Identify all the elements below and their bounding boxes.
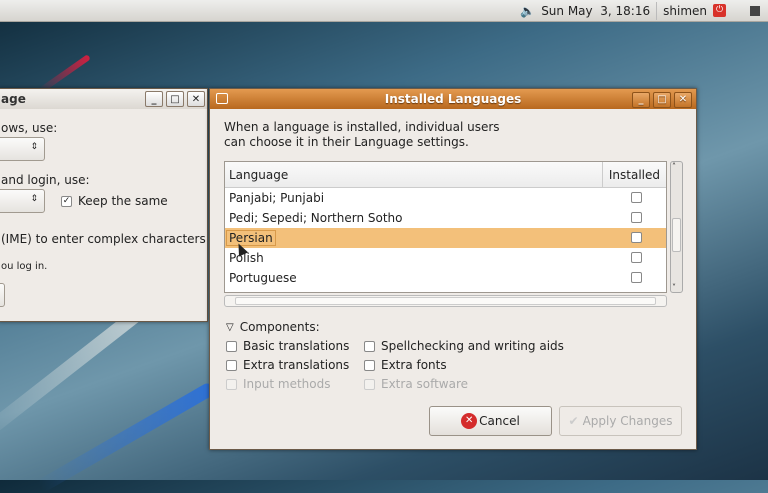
components-label: Components: — [239, 320, 320, 334]
component-label: Extra translations — [243, 358, 350, 372]
component-extra-fonts[interactable]: Extra fonts — [364, 358, 447, 372]
component-extra-translations[interactable]: Extra translations — [226, 358, 349, 372]
cancel-button[interactable]: ✕ Cancel — [429, 406, 552, 436]
top-panel: 🔈 Sun May 3, 18:16 shimen ⏻ — [0, 0, 768, 22]
intro-line: When a language is installed, individual… — [224, 120, 500, 134]
maximize-button[interactable]: □ — [653, 91, 671, 108]
separator — [656, 1, 658, 20]
checkmark-icon: ✔ — [568, 414, 579, 428]
workspace-icon[interactable] — [750, 5, 760, 16]
title-bar: Installed Languages _ □ ✕ — [210, 89, 696, 109]
component-label: Extra software — [381, 377, 469, 391]
component-label: Extra fonts — [381, 358, 447, 372]
checkbox[interactable] — [226, 359, 237, 371]
dialog-title: Installed Languages — [384, 92, 522, 106]
maximize-button[interactable]: □ — [166, 91, 184, 107]
label: ows, use: — [1, 121, 58, 135]
combo-box[interactable]: ⇕ — [0, 137, 45, 161]
installed-checkbox[interactable] — [631, 272, 642, 283]
column-header-language[interactable]: Language — [225, 168, 602, 182]
component-input-methods: Input methods — [226, 377, 330, 391]
intro-line: can choose it in their Language settings… — [224, 135, 469, 149]
minimize-button[interactable]: _ — [632, 91, 650, 108]
language-name: Portuguese — [229, 271, 297, 285]
list-item[interactable]: Panjabi; Punjabi — [225, 188, 666, 208]
component-extra-software: Extra software — [364, 377, 468, 391]
language-name: Pedi; Sepedi; Northern Sotho — [229, 211, 403, 225]
expander-triangle-icon: ▽ — [226, 321, 234, 333]
component-spellchecking[interactable]: Spellchecking and writing aids — [364, 339, 564, 353]
cancel-icon: ✕ — [461, 413, 478, 429]
language-list: Language Installed Panjabi; Punjabi Pedi… — [224, 161, 667, 293]
scroll-thumb[interactable] — [672, 218, 681, 252]
cancel-label: Cancel — [479, 414, 520, 428]
close-button[interactable]: ✕ — [674, 91, 692, 108]
component-label: Basic translations — [243, 339, 350, 353]
button[interactable] — [0, 283, 5, 307]
components-expander[interactable]: ▽ Components: — [226, 320, 320, 334]
vertical-scrollbar[interactable]: ˄ ˅ — [670, 161, 683, 293]
clock[interactable]: Sun May 3, 18:16 — [541, 4, 650, 18]
checkbox[interactable]: ✓ — [61, 195, 72, 207]
scroll-down-icon[interactable]: ˅ — [672, 283, 676, 292]
list-item-selected[interactable]: Persian — [225, 228, 666, 248]
apply-changes-button: ✔ Apply Changes — [559, 406, 682, 436]
component-label: Spellchecking and writing aids — [381, 339, 564, 353]
list-item[interactable]: Polish — [225, 248, 666, 268]
minimize-button[interactable]: _ — [145, 91, 163, 107]
label: and login, use: — [1, 173, 90, 187]
window-menu-icon[interactable] — [216, 93, 228, 104]
spin-icon: ⇕ — [30, 142, 38, 152]
checkbox[interactable] — [364, 359, 375, 371]
checkbox — [364, 378, 375, 390]
list-item[interactable]: Pedi; Sepedi; Northern Sotho — [225, 208, 666, 228]
scroll-thumb[interactable] — [235, 297, 656, 305]
language-name: Persian — [226, 230, 276, 246]
installed-checkbox[interactable] — [631, 252, 642, 263]
list-header: Language Installed — [225, 162, 666, 188]
apply-label: Apply Changes — [582, 414, 673, 428]
language-support-window: age _ □ ✕ ows, use: ⇕ and login, use: ⇕ … — [0, 88, 208, 322]
combo-box[interactable]: ⇕ — [0, 189, 45, 213]
installed-checkbox[interactable] — [631, 212, 642, 223]
user-menu[interactable]: shimen — [663, 4, 707, 18]
intro-text: When a language is installed, individual… — [224, 120, 500, 150]
checkbox[interactable] — [364, 340, 375, 352]
close-button[interactable]: ✕ — [187, 91, 205, 107]
checkbox[interactable] — [226, 340, 237, 352]
list-item[interactable]: Portuguese — [225, 268, 666, 288]
installed-checkbox[interactable] — [631, 232, 642, 243]
spin-icon: ⇕ — [30, 194, 38, 204]
volume-icon[interactable]: 🔈 — [520, 4, 535, 18]
login-note: ou log in. — [1, 261, 48, 272]
power-icon[interactable]: ⏻ — [713, 4, 726, 17]
installed-languages-dialog: Installed Languages _ □ ✕ When a language … — [209, 88, 697, 450]
language-name: Panjabi; Punjabi — [229, 191, 325, 205]
keep-same-checkbox[interactable]: ✓ Keep the same — [61, 194, 168, 208]
title-bar: age _ □ ✕ — [0, 89, 207, 109]
window-title: age — [1, 92, 26, 106]
horizontal-scrollbar[interactable] — [224, 295, 667, 307]
component-label: Input methods — [243, 377, 331, 391]
keep-same-label: Keep the same — [78, 194, 168, 208]
column-header-installed[interactable]: Installed — [601, 162, 666, 187]
installed-checkbox[interactable] — [631, 192, 642, 203]
ime-label: (IME) to enter complex characters — [1, 232, 206, 246]
scroll-up-icon[interactable]: ˄ — [672, 162, 676, 171]
component-basic-translations[interactable]: Basic translations — [226, 339, 349, 353]
smoke-trail — [36, 380, 217, 493]
checkbox — [226, 378, 237, 390]
